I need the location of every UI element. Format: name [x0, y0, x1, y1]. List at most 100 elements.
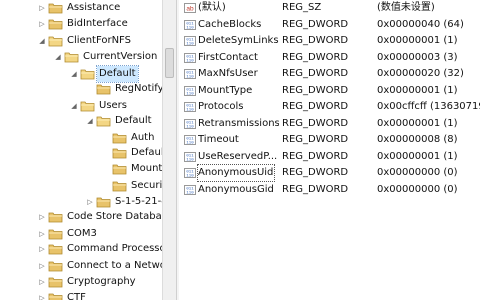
value-name: MaxNfsUser: [198, 68, 258, 79]
value-row[interactable]: 011 110 AnonymousUid REG_DWORD 0x00000000 (0…: [179, 164, 480, 182]
folder-icon: [112, 180, 127, 192]
tree-scrollbar[interactable]: [162, 0, 176, 300]
string-value-icon: ab: [184, 3, 196, 13]
value-type: REG_DWORD: [282, 35, 349, 46]
folder-icon: [48, 243, 63, 255]
tree-item-label: Command Processo: [67, 243, 162, 254]
folder-icon: [48, 260, 63, 272]
value-data: 0x00000000 (0): [377, 183, 458, 195]
value-type: REG_SZ: [282, 2, 322, 13]
expand-arrow-icon[interactable]: ▷: [38, 262, 46, 270]
binary-value-icon: 011 110: [184, 118, 196, 129]
value-data: 0x00000001 (1): [377, 35, 458, 46]
value-type: REG_DWORD: [282, 68, 349, 79]
tree-item-label: Default: [115, 115, 152, 126]
expand-arrow-icon[interactable]: ▷: [86, 198, 94, 206]
value-type: REG_DWORD: [282, 18, 349, 30]
svg-text:110: 110: [186, 26, 194, 29]
tree-item-label: Security: [131, 180, 162, 191]
value-row[interactable]: 011 110 Retransmissions REG_DWORD 0x00000001…: [179, 116, 480, 133]
value-type: REG_DWORD: [282, 51, 349, 63]
value-data: 0x00000000 (0): [377, 167, 458, 178]
expand-arrow-icon[interactable]: ▷: [38, 4, 46, 12]
value-data: 0x00000001 (1): [377, 84, 458, 96]
expand-arrow-icon[interactable]: ▷: [38, 213, 46, 221]
value-name: FirstContact: [198, 51, 258, 63]
value-type: REG_DWORD: [282, 167, 349, 178]
binary-value-icon: 011 110: [184, 151, 196, 162]
binary-value-icon: 011 110: [184, 52, 196, 63]
value-type: REG_DWORD: [282, 183, 349, 195]
svg-text:110: 110: [186, 142, 194, 145]
tree-item-label: BidInterface: [67, 18, 128, 29]
svg-text:ab: ab: [186, 6, 194, 13]
binary-value-icon: 011 110: [184, 85, 196, 96]
svg-text:110: 110: [186, 191, 194, 194]
value-row[interactable]: 011 110 CacheBlocks REG_DWORD 0x00000040 (64…: [179, 17, 480, 34]
value-data: 0x00cffcff (13630719): [377, 101, 480, 112]
collapse-arrow-icon[interactable]: ◢: [38, 37, 46, 45]
collapse-arrow-icon[interactable]: ◢: [70, 102, 78, 110]
value-name: AnonymousGid: [198, 183, 274, 195]
expand-arrow-icon[interactable]: ▷: [38, 278, 46, 286]
tree-item-label: Code Store Databas: [67, 211, 162, 222]
svg-text:110: 110: [186, 175, 194, 178]
folder-icon: [96, 196, 111, 208]
folder-icon: [48, 211, 63, 223]
value-row[interactable]: ab (默认) REG_SZ (数值未设置): [179, 0, 480, 17]
expand-arrow-icon[interactable]: ▷: [38, 245, 46, 253]
tree-item-label: Mount: [131, 163, 162, 174]
value-data: 0x00000001 (1): [377, 117, 458, 129]
value-name: AnonymousUid: [197, 164, 275, 182]
tree-item-label: Auth: [131, 132, 155, 143]
folder-icon: [48, 35, 63, 47]
folder-icon: [80, 100, 95, 112]
tree-item-label: COM3: [67, 228, 97, 239]
expand-arrow-icon[interactable]: ▷: [38, 294, 46, 300]
value-row[interactable]: 011 110 MountType REG_DWORD 0x00000001 (1): [179, 83, 480, 100]
collapse-arrow-icon[interactable]: ◢: [70, 70, 78, 78]
value-row[interactable]: 011 110 UseReservedP... REG_DWORD 0x00000001…: [179, 149, 480, 166]
value-row[interactable]: 011 110 Timeout REG_DWORD 0x00000008 (8): [179, 132, 480, 149]
folder-icon: [48, 2, 63, 14]
value-row[interactable]: 011 110 FirstContact REG_DWORD 0x00000003 (3…: [179, 50, 480, 67]
tree-item-label: Default: [131, 147, 162, 158]
collapse-arrow-icon[interactable]: ◢: [54, 53, 62, 61]
value-name: CacheBlocks: [198, 18, 262, 30]
value-name: Timeout: [198, 134, 239, 145]
value-name: UseReservedP...: [198, 150, 278, 162]
value-row[interactable]: 011 110 MaxNfsUser REG_DWORD 0x00000020 (32): [179, 66, 480, 83]
binary-value-icon: 011 110: [184, 184, 196, 195]
folder-icon: [48, 228, 63, 240]
value-row[interactable]: 011 110 DeleteSymLinks REG_DWORD 0x00000001 …: [179, 33, 480, 50]
binary-value-icon: 011 110: [184, 135, 196, 145]
folder-icon: [112, 132, 127, 144]
binary-value-icon: 011 110: [184, 19, 196, 30]
tree-item-label: Default: [96, 65, 139, 83]
svg-text:110: 110: [186, 125, 194, 128]
expand-arrow-icon[interactable]: ▷: [38, 230, 46, 238]
folder-icon: [96, 83, 111, 95]
expand-arrow-icon[interactable]: ▷: [38, 20, 46, 28]
value-data: 0x00000008 (8): [377, 134, 458, 145]
value-row[interactable]: 011 110 AnonymousGid REG_DWORD 0x00000000 (0…: [179, 182, 480, 199]
registry-tree[interactable]: ▷ Assistance ▷ BidInterface ◢ ClientForNFS ◢ Cu…: [0, 0, 162, 300]
binary-value-icon: 011 110: [184, 69, 196, 79]
svg-text:110: 110: [186, 92, 194, 95]
folder-icon: [48, 292, 63, 300]
folder-icon: [112, 147, 127, 159]
value-row[interactable]: 011 110 Protocols REG_DWORD 0x00cffcff (1363…: [179, 99, 480, 116]
value-type: REG_DWORD: [282, 84, 349, 96]
tree-item-label: Assistance: [67, 2, 121, 13]
tree-item-label: CurrentVersion: [83, 51, 158, 62]
value-type: REG_DWORD: [282, 101, 349, 112]
value-name: Retransmissions: [198, 117, 279, 129]
value-type: REG_DWORD: [282, 150, 349, 162]
tree-item-label: RegNotify: [115, 83, 162, 94]
collapse-arrow-icon[interactable]: ◢: [86, 117, 94, 125]
folder-icon: [112, 163, 127, 175]
value-data: 0x00000001 (1): [377, 150, 458, 162]
tree-scrollbar-thumb[interactable]: [165, 48, 174, 78]
tree-item-label: CTF: [67, 292, 86, 300]
value-data: 0x00000040 (64): [377, 18, 464, 30]
